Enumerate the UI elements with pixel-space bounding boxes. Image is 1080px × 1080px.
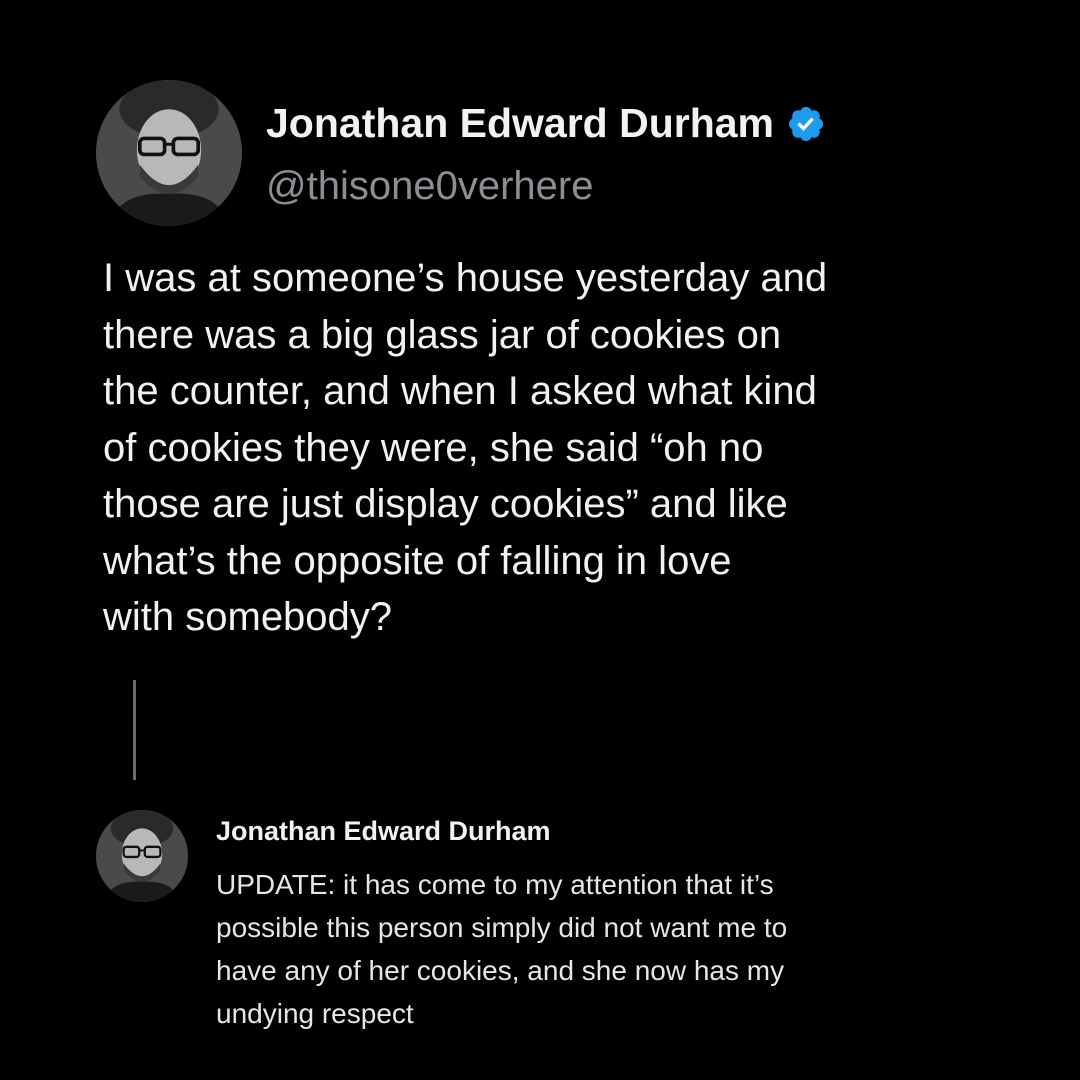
- author-avatar[interactable]: [96, 80, 242, 226]
- author-name-row: Jonathan Edward Durham: [266, 100, 826, 147]
- reply-tweet[interactable]: Jonathan Edward Durham UPDATE: it has co…: [96, 808, 996, 1048]
- person-photo-avatar-icon: [96, 810, 188, 902]
- reply-author-name[interactable]: Jonathan Edward Durham: [216, 816, 551, 847]
- verified-badge-icon: [788, 106, 824, 141]
- tweet-text: I was at someone’s house yesterday and t…: [103, 256, 828, 639]
- person-photo-avatar-icon: [96, 80, 242, 226]
- thread-connector-line: [133, 680, 136, 780]
- reply-author-avatar[interactable]: [96, 810, 188, 902]
- reply-text: UPDATE: it has come to my attention that…: [216, 869, 788, 1029]
- author-handle[interactable]: @thisone0verhere: [266, 164, 593, 209]
- author-display-name[interactable]: Jonathan Edward Durham: [266, 100, 774, 147]
- main-tweet-header: Jonathan Edward Durham @thisone0verhere: [96, 80, 996, 226]
